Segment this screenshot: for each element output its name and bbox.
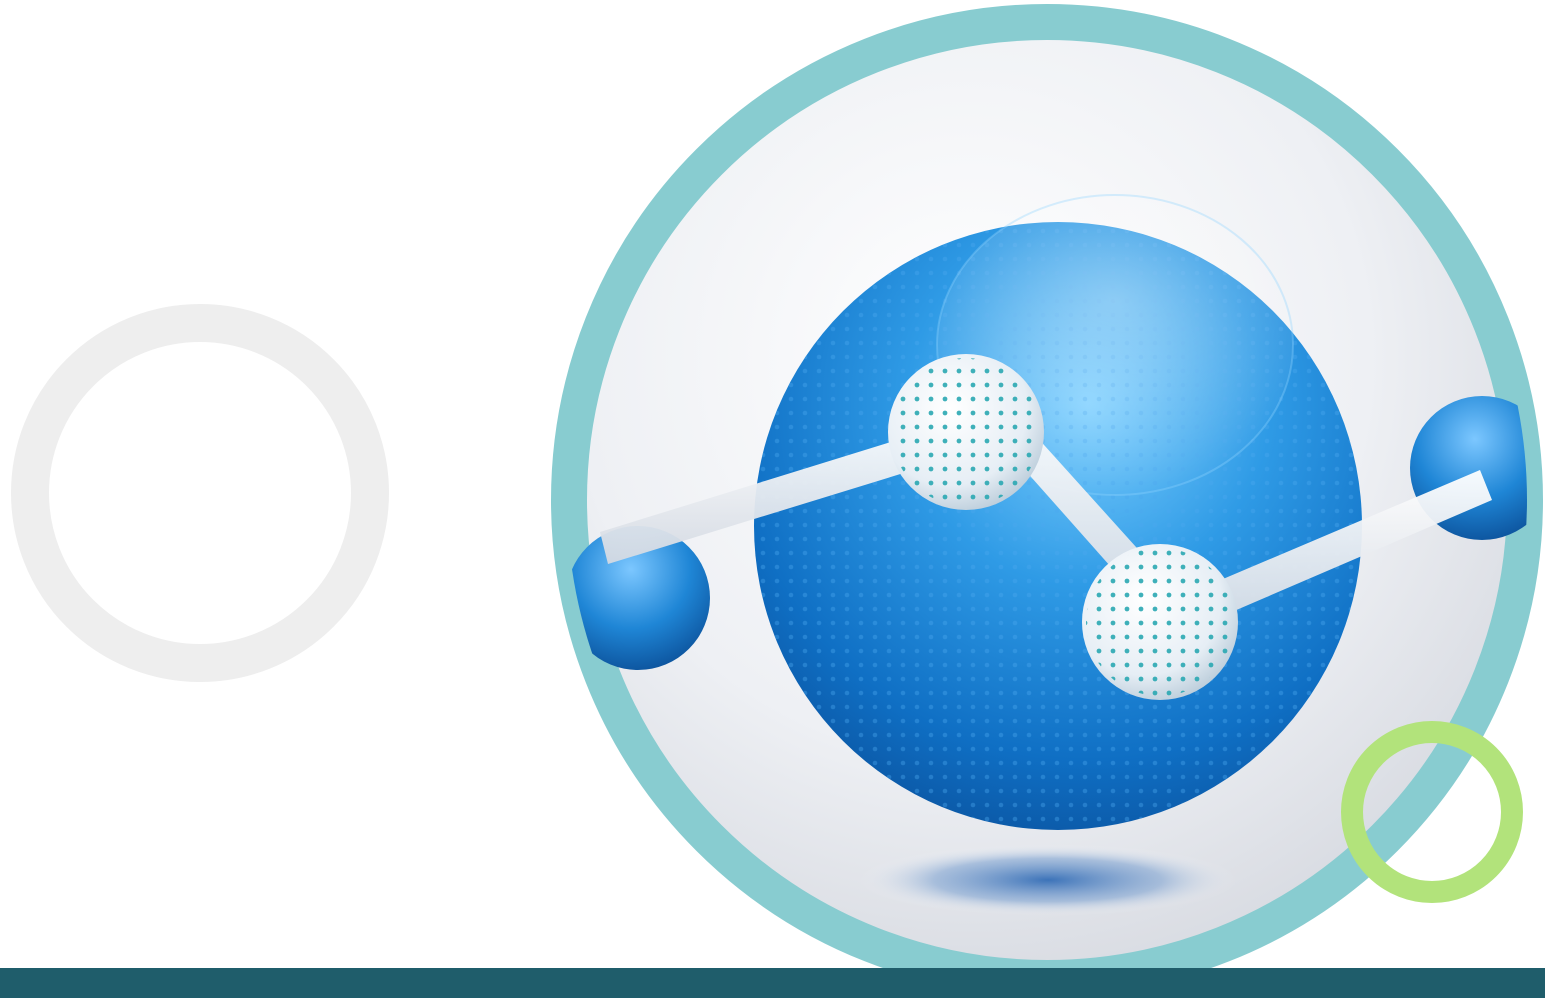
sphere-shadow [858, 844, 1238, 916]
bottom-bar [0, 968, 1545, 998]
node-white-lower [1082, 544, 1238, 700]
slide: ur team” [0, 0, 1545, 998]
ghost-ring-icon [11, 304, 389, 682]
node-white-upper [888, 354, 1044, 510]
slide-artwork [11, 4, 1543, 996]
